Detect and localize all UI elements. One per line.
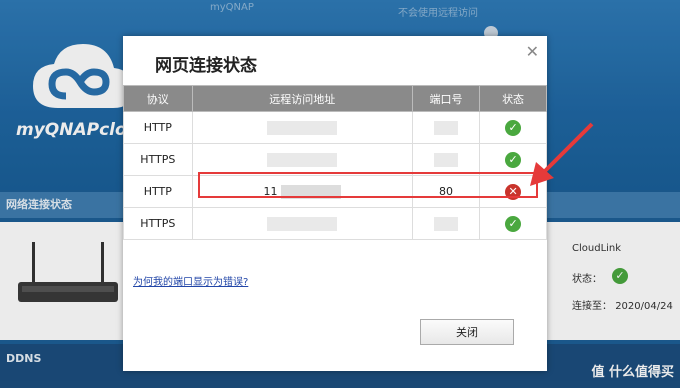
cell-port bbox=[411, 111, 481, 144]
status-ok-icon: ✓ bbox=[505, 119, 522, 136]
connection-status-dialog: 网页连接状态 ✕ 协议 远程访问地址 端口号 状态 HTTP ✓ HTTPS ✓ bbox=[123, 36, 547, 371]
redacted-port bbox=[434, 216, 459, 231]
col-status: 状态 bbox=[479, 85, 547, 112]
annotation-arrow-icon bbox=[530, 122, 594, 186]
col-address: 远程访问地址 bbox=[191, 85, 413, 112]
redacted-address bbox=[267, 120, 338, 135]
table-row: HTTP ✓ bbox=[123, 111, 547, 144]
cell-address bbox=[191, 143, 413, 176]
redacted-address bbox=[267, 216, 338, 231]
cell-protocol: HTTPS bbox=[123, 207, 193, 240]
cell-status: ✓ bbox=[479, 207, 547, 240]
cell-address bbox=[191, 111, 413, 144]
cell-port bbox=[411, 143, 481, 176]
status-ok-icon: ✓ bbox=[505, 215, 522, 232]
col-port: 端口号 bbox=[411, 85, 481, 112]
table-row: HTTPS ✓ bbox=[123, 143, 547, 176]
annotation-highlight-box bbox=[198, 172, 538, 198]
cell-address bbox=[191, 207, 413, 240]
table-row: HTTPS ✓ bbox=[123, 207, 547, 240]
close-icon[interactable]: ✕ bbox=[526, 42, 539, 61]
redacted-address bbox=[267, 152, 338, 167]
cell-protocol: HTTP bbox=[123, 175, 193, 208]
close-button[interactable]: 关闭 bbox=[420, 319, 514, 345]
status-ok-icon: ✓ bbox=[505, 151, 522, 168]
cell-port bbox=[411, 207, 481, 240]
redacted-port bbox=[434, 152, 459, 167]
port-error-help-link[interactable]: 为何我的端口显示为错误? bbox=[133, 273, 248, 288]
dialog-title: 网页连接状态 bbox=[155, 56, 257, 76]
status-table: 协议 远程访问地址 端口号 状态 HTTP ✓ HTTPS ✓ HTTP 11 bbox=[123, 85, 547, 240]
cell-protocol: HTTP bbox=[123, 111, 193, 144]
col-protocol: 协议 bbox=[123, 85, 193, 112]
redacted-port bbox=[434, 120, 459, 135]
table-header-row: 协议 远程访问地址 端口号 状态 bbox=[123, 85, 547, 112]
cell-protocol: HTTPS bbox=[123, 143, 193, 176]
